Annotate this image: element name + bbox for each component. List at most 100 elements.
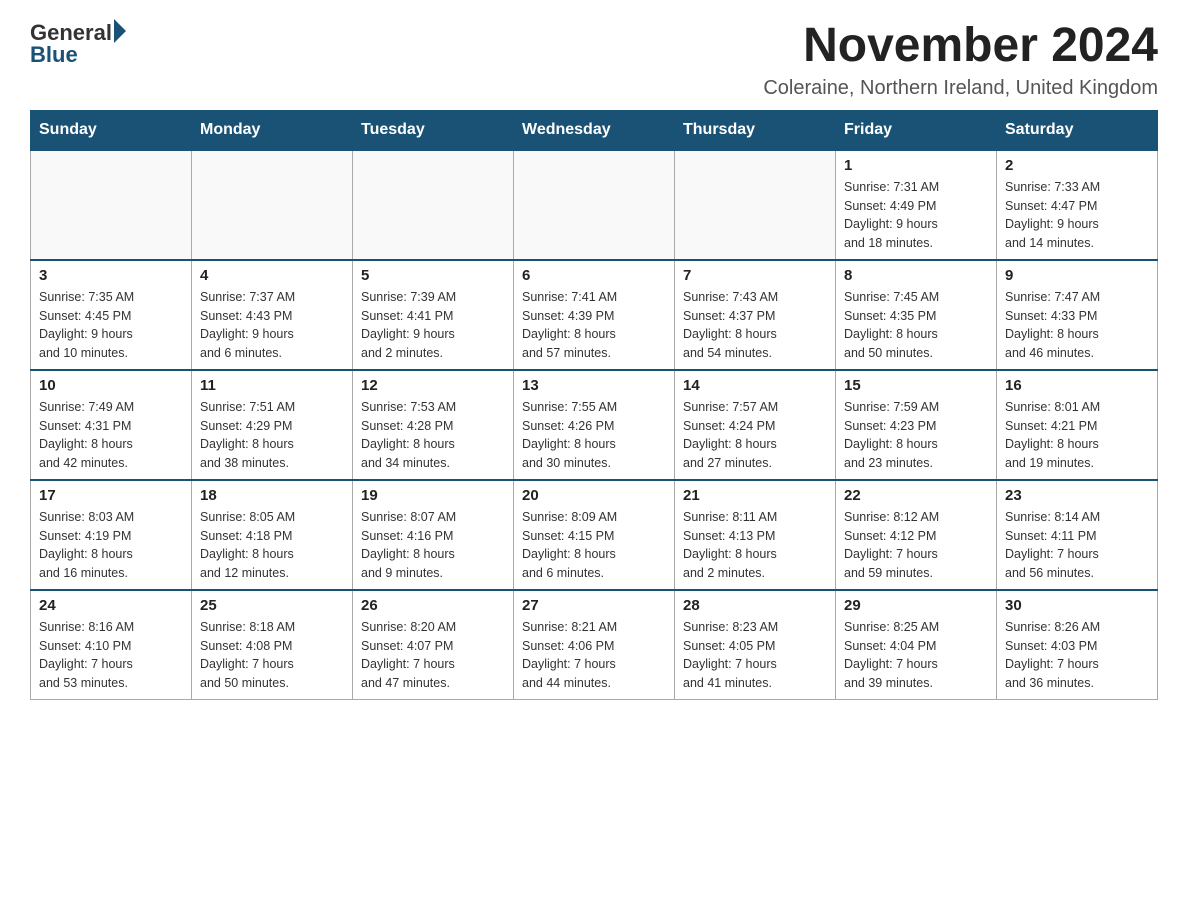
day-info: Sunrise: 7:49 AM Sunset: 4:31 PM Dayligh…: [39, 398, 183, 473]
calendar-cell: 4 Sunrise: 7:37 AM Sunset: 4:43 PM Daylig…: [192, 260, 353, 370]
calendar-cell: 9 Sunrise: 7:47 AM Sunset: 4:33 PM Daylig…: [997, 260, 1158, 370]
day-info: Sunrise: 8:26 AM Sunset: 4:03 PM Dayligh…: [1005, 618, 1149, 693]
day-number: 24: [39, 597, 183, 614]
calendar-header-thursday: Thursday: [675, 110, 836, 150]
day-number: 16: [1005, 377, 1149, 394]
day-info: Sunrise: 8:05 AM Sunset: 4:18 PM Dayligh…: [200, 508, 344, 583]
day-number: 5: [361, 267, 505, 284]
calendar-week-1: 1 Sunrise: 7:31 AM Sunset: 4:49 PM Daylig…: [31, 150, 1158, 260]
day-number: 3: [39, 267, 183, 284]
calendar-cell: 16Sunrise: 8:01 AM Sunset: 4:21 PM Dayli…: [997, 370, 1158, 480]
day-info: Sunrise: 7:37 AM Sunset: 4:43 PM Dayligh…: [200, 288, 344, 363]
day-number: 29: [844, 597, 988, 614]
calendar-cell: [675, 150, 836, 260]
calendar-header-friday: Friday: [836, 110, 997, 150]
day-info: Sunrise: 8:03 AM Sunset: 4:19 PM Dayligh…: [39, 508, 183, 583]
day-info: Sunrise: 8:21 AM Sunset: 4:06 PM Dayligh…: [522, 618, 666, 693]
day-info: Sunrise: 7:47 AM Sunset: 4:33 PM Dayligh…: [1005, 288, 1149, 363]
calendar-cell: 28 Sunrise: 8:23 AM Sunset: 4:05 PM Dayli…: [675, 590, 836, 700]
calendar-cell: 3 Sunrise: 7:35 AM Sunset: 4:45 PM Daylig…: [31, 260, 192, 370]
day-info: Sunrise: 8:25 AM Sunset: 4:04 PM Dayligh…: [844, 618, 988, 693]
calendar-cell: 18 Sunrise: 8:05 AM Sunset: 4:18 PM Dayli…: [192, 480, 353, 590]
day-info: Sunrise: 7:39 AM Sunset: 4:41 PM Dayligh…: [361, 288, 505, 363]
day-number: 30: [1005, 597, 1149, 614]
day-info: Sunrise: 8:12 AM Sunset: 4:12 PM Dayligh…: [844, 508, 988, 583]
day-number: 13: [522, 377, 666, 394]
calendar-week-3: 10 Sunrise: 7:49 AM Sunset: 4:31 PM Dayli…: [31, 370, 1158, 480]
day-number: 10: [39, 377, 183, 394]
calendar-cell: 15Sunrise: 7:59 AM Sunset: 4:23 PM Dayli…: [836, 370, 997, 480]
calendar-cell: 14Sunrise: 7:57 AM Sunset: 4:24 PM Dayli…: [675, 370, 836, 480]
calendar-cell: 25 Sunrise: 8:18 AM Sunset: 4:08 PM Dayli…: [192, 590, 353, 700]
calendar-cell: [353, 150, 514, 260]
day-number: 25: [200, 597, 344, 614]
day-info: Sunrise: 7:31 AM Sunset: 4:49 PM Dayligh…: [844, 178, 988, 253]
calendar-header-monday: Monday: [192, 110, 353, 150]
day-info: Sunrise: 8:20 AM Sunset: 4:07 PM Dayligh…: [361, 618, 505, 693]
day-info: Sunrise: 8:14 AM Sunset: 4:11 PM Dayligh…: [1005, 508, 1149, 583]
day-info: Sunrise: 8:18 AM Sunset: 4:08 PM Dayligh…: [200, 618, 344, 693]
calendar-cell: 26 Sunrise: 8:20 AM Sunset: 4:07 PM Dayli…: [353, 590, 514, 700]
calendar-header-sunday: Sunday: [31, 110, 192, 150]
calendar-cell: 12 Sunrise: 7:53 AM Sunset: 4:28 PM Dayli…: [353, 370, 514, 480]
day-number: 8: [844, 267, 988, 284]
day-info: Sunrise: 7:51 AM Sunset: 4:29 PM Dayligh…: [200, 398, 344, 473]
day-info: Sunrise: 7:57 AM Sunset: 4:24 PM Dayligh…: [683, 398, 827, 473]
day-number: 21: [683, 487, 827, 504]
logo-arrow-icon: [114, 19, 126, 43]
calendar-cell: 11 Sunrise: 7:51 AM Sunset: 4:29 PM Dayli…: [192, 370, 353, 480]
calendar-cell: 23 Sunrise: 8:14 AM Sunset: 4:11 PM Dayli…: [997, 480, 1158, 590]
calendar-cell: 13Sunrise: 7:55 AM Sunset: 4:26 PM Dayli…: [514, 370, 675, 480]
day-number: 9: [1005, 267, 1149, 284]
calendar-cell: 29 Sunrise: 8:25 AM Sunset: 4:04 PM Dayli…: [836, 590, 997, 700]
day-info: Sunrise: 7:43 AM Sunset: 4:37 PM Dayligh…: [683, 288, 827, 363]
day-number: 19: [361, 487, 505, 504]
day-info: Sunrise: 7:35 AM Sunset: 4:45 PM Dayligh…: [39, 288, 183, 363]
calendar-cell: 20Sunrise: 8:09 AM Sunset: 4:15 PM Dayli…: [514, 480, 675, 590]
calendar-cell: 5 Sunrise: 7:39 AM Sunset: 4:41 PM Daylig…: [353, 260, 514, 370]
logo: General Blue: [30, 20, 126, 68]
day-number: 6: [522, 267, 666, 284]
day-info: Sunrise: 8:23 AM Sunset: 4:05 PM Dayligh…: [683, 618, 827, 693]
day-info: Sunrise: 7:41 AM Sunset: 4:39 PM Dayligh…: [522, 288, 666, 363]
calendar-header-row: SundayMondayTuesdayWednesdayThursdayFrid…: [31, 110, 1158, 150]
day-number: 22: [844, 487, 988, 504]
day-number: 23: [1005, 487, 1149, 504]
calendar-table: SundayMondayTuesdayWednesdayThursdayFrid…: [30, 110, 1158, 700]
day-number: 15: [844, 377, 988, 394]
day-number: 2: [1005, 157, 1149, 174]
title-area: November 2024 Coleraine, Northern Irelan…: [763, 20, 1158, 100]
day-number: 18: [200, 487, 344, 504]
calendar-cell: 6 Sunrise: 7:41 AM Sunset: 4:39 PM Daylig…: [514, 260, 675, 370]
calendar-week-4: 17 Sunrise: 8:03 AM Sunset: 4:19 PM Dayli…: [31, 480, 1158, 590]
calendar-header-saturday: Saturday: [997, 110, 1158, 150]
logo-blue-text: Blue: [30, 42, 126, 68]
day-info: Sunrise: 8:16 AM Sunset: 4:10 PM Dayligh…: [39, 618, 183, 693]
day-number: 28: [683, 597, 827, 614]
day-number: 1: [844, 157, 988, 174]
page-title: November 2024: [763, 20, 1158, 73]
calendar-cell: 1 Sunrise: 7:31 AM Sunset: 4:49 PM Daylig…: [836, 150, 997, 260]
day-number: 26: [361, 597, 505, 614]
calendar-cell: 30 Sunrise: 8:26 AM Sunset: 4:03 PM Dayli…: [997, 590, 1158, 700]
calendar-cell: [192, 150, 353, 260]
day-info: Sunrise: 8:11 AM Sunset: 4:13 PM Dayligh…: [683, 508, 827, 583]
calendar-cell: 19 Sunrise: 8:07 AM Sunset: 4:16 PM Dayli…: [353, 480, 514, 590]
page-subtitle: Coleraine, Northern Ireland, United King…: [763, 77, 1158, 100]
header: General Blue November 2024 Coleraine, No…: [30, 20, 1158, 100]
day-number: 4: [200, 267, 344, 284]
calendar-header-tuesday: Tuesday: [353, 110, 514, 150]
day-info: Sunrise: 7:45 AM Sunset: 4:35 PM Dayligh…: [844, 288, 988, 363]
day-info: Sunrise: 8:07 AM Sunset: 4:16 PM Dayligh…: [361, 508, 505, 583]
calendar-cell: 22 Sunrise: 8:12 AM Sunset: 4:12 PM Dayli…: [836, 480, 997, 590]
calendar-cell: 17 Sunrise: 8:03 AM Sunset: 4:19 PM Dayli…: [31, 480, 192, 590]
calendar-cell: 24 Sunrise: 8:16 AM Sunset: 4:10 PM Dayli…: [31, 590, 192, 700]
day-number: 12: [361, 377, 505, 394]
calendar-cell: 10 Sunrise: 7:49 AM Sunset: 4:31 PM Dayli…: [31, 370, 192, 480]
day-number: 11: [200, 377, 344, 394]
calendar-cell: 21 Sunrise: 8:11 AM Sunset: 4:13 PM Dayli…: [675, 480, 836, 590]
day-info: Sunrise: 8:09 AM Sunset: 4:15 PM Dayligh…: [522, 508, 666, 583]
day-number: 17: [39, 487, 183, 504]
day-info: Sunrise: 7:53 AM Sunset: 4:28 PM Dayligh…: [361, 398, 505, 473]
day-info: Sunrise: 7:33 AM Sunset: 4:47 PM Dayligh…: [1005, 178, 1149, 253]
